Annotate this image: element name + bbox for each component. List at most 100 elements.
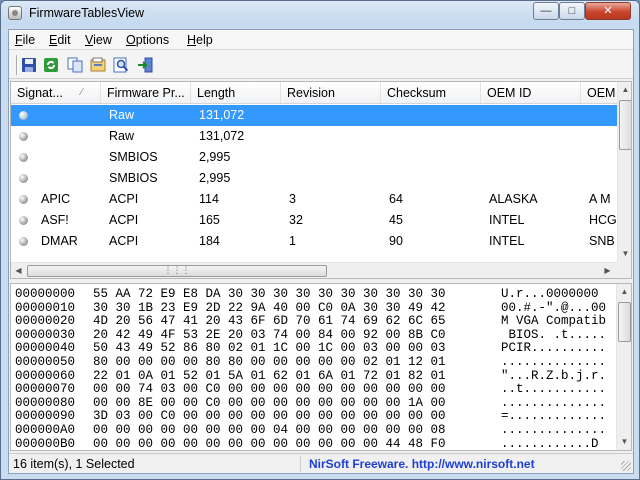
resize-grip[interactable] bbox=[621, 461, 631, 471]
hex-ascii: U.r...0000000 bbox=[501, 287, 599, 301]
table-row[interactable]: ASF! ACPI 165 32 45 INTEL HCG bbox=[11, 210, 617, 231]
hex-ascii: ............D bbox=[501, 436, 599, 451]
cell-provider: SMBIOS bbox=[109, 150, 158, 164]
cell-oem-id: INTEL bbox=[489, 213, 525, 227]
hex-offset: 00000000 bbox=[15, 287, 76, 301]
list-header: Signat... ⁄ Firmware Pr... Length Revisio… bbox=[11, 82, 617, 104]
cell-oem: A M bbox=[589, 192, 611, 206]
hex-offset: 000000B0 bbox=[15, 436, 76, 451]
table-row[interactable]: Raw 131,072 bbox=[11, 126, 617, 147]
hscroll-thumb[interactable]: ⋮⋮⋮ bbox=[27, 265, 327, 277]
hex-ascii: BIOS. .t..... bbox=[501, 327, 607, 342]
scroll-up-icon[interactable]: ▲ bbox=[619, 82, 631, 97]
table-row[interactable]: SMBIOS 2,995 bbox=[11, 168, 617, 189]
cell-oem-id: ALASKA bbox=[489, 192, 538, 206]
cell-revision: 32 bbox=[289, 213, 303, 227]
menu-view[interactable]: View bbox=[85, 33, 112, 47]
scroll-right-icon[interactable]: ▶ bbox=[601, 263, 614, 278]
hex-offset: 00000040 bbox=[15, 341, 76, 356]
hex-ascii: .............. bbox=[501, 423, 607, 437]
list-vertical-scrollbar[interactable]: ▲ ▼ bbox=[617, 82, 631, 262]
sort-arrow-icon: ⁄ bbox=[81, 87, 83, 98]
hex-bytes: 20 42 49 4F 53 2E 20 03 74 00 84 00 92 0… bbox=[93, 327, 446, 342]
scroll-left-icon[interactable]: ◀ bbox=[12, 263, 25, 278]
cell-oem: HCG bbox=[589, 213, 617, 227]
table-row[interactable]: APIC ACPI 114 3 64 ALASKA A M bbox=[11, 189, 617, 210]
scroll-corner bbox=[617, 262, 631, 278]
maximize-button[interactable]: □ bbox=[559, 2, 585, 20]
menu-file[interactable]: File bbox=[15, 33, 35, 47]
row-bullet-icon bbox=[19, 174, 28, 183]
table-row[interactable]: DMAR ACPI 184 1 90 INTEL SNB bbox=[11, 231, 617, 252]
hex-vertical-scrollbar[interactable]: ▲ ▼ bbox=[616, 284, 631, 450]
hex-bytes: 50 43 49 52 86 80 02 01 1C 00 1C 00 03 0… bbox=[93, 341, 446, 356]
cell-length: 165 bbox=[199, 213, 220, 227]
cell-revision: 1 bbox=[289, 234, 296, 248]
find-icon[interactable] bbox=[112, 56, 130, 74]
hex-bytes: 3D 03 00 C0 00 00 00 00 00 00 00 00 00 0… bbox=[93, 409, 446, 424]
hex-offset: 00000050 bbox=[15, 355, 76, 369]
hex-ascii: .............. bbox=[501, 395, 607, 410]
row-bullet-icon bbox=[19, 132, 28, 141]
hex-offset: 00000020 bbox=[15, 314, 76, 329]
column-header-oem-id[interactable]: OEM ID bbox=[481, 82, 581, 103]
column-header-revision[interactable]: Revision bbox=[281, 82, 381, 103]
close-button[interactable]: ✕ bbox=[585, 2, 631, 20]
menu-bar: File Edit View Options Help bbox=[9, 30, 633, 50]
save-icon[interactable] bbox=[20, 56, 38, 74]
cell-checksum: 45 bbox=[389, 213, 403, 227]
hex-bytes: 00 00 8E 00 00 C0 00 00 00 00 00 00 00 0… bbox=[93, 395, 446, 410]
title-bar[interactable]: FirmwareTablesView — □ ✕ bbox=[1, 1, 639, 25]
cell-provider: ACPI bbox=[109, 192, 139, 206]
main-window: FirmwareTablesView — □ ✕ File Edit View … bbox=[0, 0, 640, 480]
tables-list[interactable]: Signat... ⁄ Firmware Pr... Length Revisio… bbox=[10, 81, 632, 279]
list-horizontal-scrollbar[interactable]: ◀ ⋮⋮⋮ ▶ bbox=[11, 262, 617, 278]
hex-scroll-up-icon[interactable]: ▲ bbox=[618, 284, 631, 299]
minimize-button[interactable]: — bbox=[533, 2, 559, 20]
nirsoft-link[interactable]: NirSoft Freeware. http://www.nirsoft.net bbox=[309, 456, 609, 472]
refresh-icon[interactable] bbox=[42, 56, 60, 74]
scroll-down-icon[interactable]: ▼ bbox=[619, 246, 631, 261]
cell-length: 114 bbox=[199, 192, 219, 206]
cell-provider: ACPI bbox=[109, 234, 139, 248]
hex-ascii: 00.#.-".@...00 bbox=[501, 300, 607, 315]
cell-provider: Raw bbox=[109, 129, 135, 143]
menu-options[interactable]: Options bbox=[126, 33, 169, 47]
toolbar-separator bbox=[16, 55, 18, 75]
row-bullet-icon bbox=[19, 216, 28, 225]
cell-length: 2,995 bbox=[199, 150, 231, 164]
hex-bytes: 4D 20 56 47 41 20 43 6F 6D 70 61 74 69 6… bbox=[93, 314, 446, 329]
hex-bytes: 00 00 00 00 00 00 00 00 04 00 00 00 00 0… bbox=[93, 423, 446, 437]
hex-ascii: .............. bbox=[501, 355, 607, 369]
menu-help[interactable]: Help bbox=[187, 33, 213, 47]
copy-icon[interactable] bbox=[66, 56, 84, 74]
cell-oem-id: INTEL bbox=[489, 234, 525, 248]
hex-offset: 000000A0 bbox=[15, 423, 76, 437]
cell-provider: Raw bbox=[109, 108, 135, 122]
column-header-checksum[interactable]: Checksum bbox=[381, 82, 481, 103]
exit-icon[interactable] bbox=[136, 56, 154, 74]
hex-offset: 00000010 bbox=[15, 300, 76, 315]
menu-edit[interactable]: Edit bbox=[49, 33, 71, 47]
cell-length: 131,072 bbox=[199, 129, 245, 143]
column-header-oem[interactable]: OEM bbox=[581, 82, 617, 103]
table-row[interactable]: Raw 131,072 bbox=[11, 105, 617, 126]
table-row[interactable]: SMBIOS 2,995 bbox=[11, 147, 617, 168]
hex-dump-pane[interactable]: 000000B0 00 00 00 00 00 00 00 00 00 00 00… bbox=[10, 283, 632, 451]
column-header-firmware-provider[interactable]: Firmware Pr... bbox=[101, 82, 191, 103]
hex-bytes: 00 00 74 03 00 C0 00 00 00 00 00 00 00 0… bbox=[93, 382, 446, 397]
hex-offset: 00000030 bbox=[15, 327, 76, 342]
hex-offset: 00000060 bbox=[15, 368, 76, 383]
properties-icon[interactable] bbox=[89, 56, 107, 74]
hex-bytes: 00 00 00 00 00 00 00 00 00 00 00 00 00 4… bbox=[93, 436, 446, 451]
app-icon bbox=[8, 6, 22, 20]
hex-scroll-thumb[interactable] bbox=[618, 302, 631, 342]
cell-length: 131,072 bbox=[199, 108, 245, 122]
hex-scroll-down-icon[interactable]: ▼ bbox=[618, 434, 631, 449]
hex-ascii: ..t........... bbox=[501, 382, 607, 397]
cell-sig: APIC bbox=[41, 192, 71, 206]
column-header-length[interactable]: Length bbox=[191, 82, 281, 103]
scroll-thumb[interactable] bbox=[619, 100, 631, 150]
column-header-signature[interactable]: Signat... ⁄ bbox=[11, 82, 101, 103]
hex-ascii: PCIR.......... bbox=[501, 341, 607, 356]
